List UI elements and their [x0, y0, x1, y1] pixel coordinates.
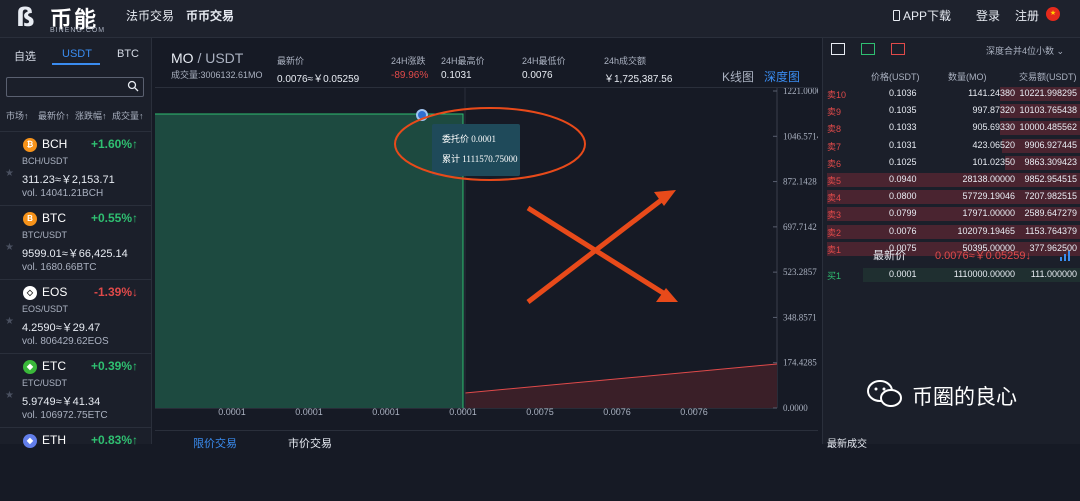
bids-view-icon[interactable]: [861, 43, 875, 55]
ask-price: 0.0076: [889, 225, 917, 236]
ask-label: 卖7: [827, 141, 842, 152]
wechat-icon: [867, 380, 902, 407]
ask-label: 卖9: [827, 107, 842, 118]
ask-label: 卖8: [827, 124, 842, 135]
ask-label: 卖6: [827, 158, 842, 169]
ask-total: 2589.647279: [1024, 208, 1077, 219]
ask-price: 0.0799: [889, 208, 917, 219]
bid-total: 111.000000: [1030, 269, 1077, 279]
ask-row[interactable]: 卖8 0.1033 905.69330 10000.485562: [823, 120, 1080, 136]
ask-row[interactable]: 卖4 0.0800 57729.19046 7207.982515: [823, 189, 1080, 205]
ask-total: 7207.982515: [1024, 191, 1077, 202]
depth-merge-label: 深度合并4位小数: [986, 46, 1055, 56]
ask-label: 卖5: [827, 176, 842, 186]
red-circle-annotation: [394, 107, 586, 181]
ask-label: 卖4: [827, 193, 842, 204]
signal-bars-icon: [1060, 251, 1070, 261]
both-sides-view-icon[interactable]: [831, 43, 845, 55]
ask-price: 0.1033: [889, 122, 917, 133]
bid-price: 0.0001: [889, 269, 917, 279]
ask-total: 9863.309423: [1024, 156, 1077, 167]
red-cross-line: [526, 196, 666, 304]
ask-price: 0.1025: [889, 156, 917, 167]
chevron-down-icon: ⌄: [1056, 46, 1065, 56]
ask-price: 0.0800: [889, 191, 917, 202]
ask-total: 1153.764379: [1025, 225, 1077, 236]
bid-row[interactable]: 买1 0.0001 1110000.00000 111.000000: [823, 267, 1080, 283]
ask-total: 10000.485562: [1019, 122, 1077, 133]
last-price-value: 0.0076≈￥0.05259↓: [935, 250, 1031, 262]
book-header-price: 价格(USDT): [871, 72, 920, 82]
bid-label: 买1: [827, 271, 842, 281]
ask-total: 9852.954515: [1024, 174, 1077, 184]
depth-merge-select[interactable]: 深度合并4位小数 ⌄: [986, 44, 1064, 57]
ask-label: 卖3: [827, 210, 842, 221]
ask-row[interactable]: 卖6 0.1025 101.02350 9863.309423: [823, 155, 1080, 171]
ask-row[interactable]: 卖9 0.1035 997.87320 10103.765438: [823, 103, 1080, 119]
ask-label: 卖10: [827, 90, 847, 100]
last-price-label: 最新价: [873, 250, 906, 262]
ask-price: 0.1035: [889, 105, 917, 116]
ask-total: 10103.765438: [1019, 105, 1077, 116]
ask-price: 0.1031: [889, 139, 917, 150]
book-header-total: 交易额(USDT): [1019, 72, 1077, 82]
asks-view-icon[interactable]: [891, 43, 905, 55]
ask-total: 10221.998295: [1019, 88, 1077, 98]
ask-row[interactable]: 卖7 0.1031 423.06520 9906.927445: [823, 138, 1080, 154]
ask-row[interactable]: 卖5 0.0940 28138.00000 9852.954515: [823, 172, 1080, 188]
ask-row[interactable]: 卖3 0.0799 17971.00000 2589.647279: [823, 206, 1080, 222]
ask-price: 0.1036: [889, 88, 917, 98]
ask-price: 0.0940: [889, 174, 917, 184]
ask-total: 9906.927445: [1024, 139, 1077, 150]
ask-row[interactable]: 卖2 0.0076 102079.19465 1153.764379: [823, 224, 1080, 240]
last-price-row: 最新价 0.0076≈￥0.05259↓: [823, 247, 1080, 265]
book-header-amount: 数量(MO): [948, 72, 987, 82]
latest-trades-title: 最新成交: [827, 439, 867, 450]
ask-row[interactable]: 卖10 0.1036 1141.24380 10221.998295: [823, 86, 1080, 102]
ask-label: 卖2: [827, 227, 842, 238]
watermark-text: 币圈的良心: [912, 385, 1017, 409]
